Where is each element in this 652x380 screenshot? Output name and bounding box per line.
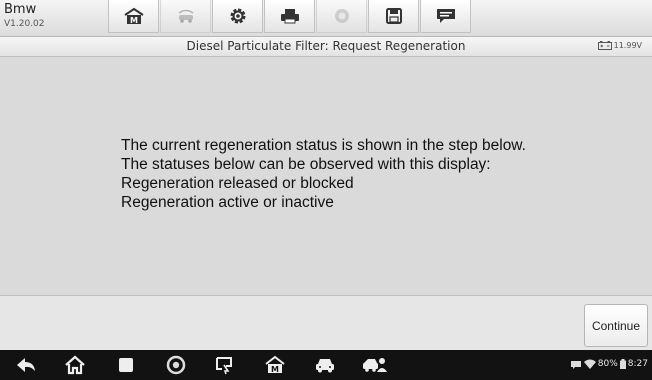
vehicle-icon[interactable] [314,355,336,375]
vehicle-swap-button[interactable] [160,0,211,33]
top-toolbar: Bmw V1.20.02 M [0,0,652,37]
print-icon [280,9,299,24]
maxisys-home-icon[interactable]: M [264,355,286,375]
toolbar-buttons: M [108,0,472,34]
app-name: Bmw [4,2,37,17]
remote-desktop-icon[interactable] [214,355,236,375]
continue-button[interactable]: Continue [584,304,648,347]
message-area: The current regeneration status is shown… [0,57,652,295]
app-version: V1.20.02 [4,19,45,29]
system-status: 80% 8:27 [570,359,648,369]
help-button[interactable] [316,0,367,33]
home-icon: M [123,7,144,25]
wifi-icon [583,359,596,369]
title-bar: Diesel Particulate Filter: Request Regen… [0,37,652,57]
message-notification-icon [570,360,581,369]
battery-icon [619,359,626,369]
home-nav-icon[interactable] [64,355,86,375]
save-button[interactable] [368,0,419,33]
back-icon[interactable] [14,355,38,375]
data-logging-button[interactable] [420,0,471,33]
battery-voltage-indicator: 11.99V [597,41,642,50]
battery-percent: 80% [597,359,618,369]
svg-text:M: M [130,16,138,25]
message-line: Regeneration active or inactive [121,194,334,211]
settings-icon [230,8,245,24]
action-bar: Continue [0,295,652,351]
battery-voltage: 11.99V [613,41,642,50]
shop-manager-icon[interactable] [362,355,388,375]
recent-apps-icon[interactable] [116,355,136,375]
system-navigation-bar: M 80% 8:27 [0,350,652,380]
chrome-icon[interactable] [166,355,186,375]
help-icon [334,9,349,23]
message-text: The current regeneration status is shown… [121,136,621,212]
data-logging-icon [436,9,455,23]
message-line: Regeneration released or blocked [121,175,354,192]
save-icon [385,8,402,24]
clock: 8:27 [627,359,648,369]
message-line: The current regeneration status is shown… [121,137,526,154]
vehicle-swap-icon [178,9,193,23]
settings-button[interactable] [212,0,263,33]
svg-text:M: M [271,365,279,374]
print-button[interactable] [264,0,315,33]
car-battery-icon [597,41,612,50]
message-line: The statuses below can be observed with … [121,156,491,173]
page-title: Diesel Particulate Filter: Request Regen… [186,39,466,53]
home-button[interactable]: M [108,0,159,33]
